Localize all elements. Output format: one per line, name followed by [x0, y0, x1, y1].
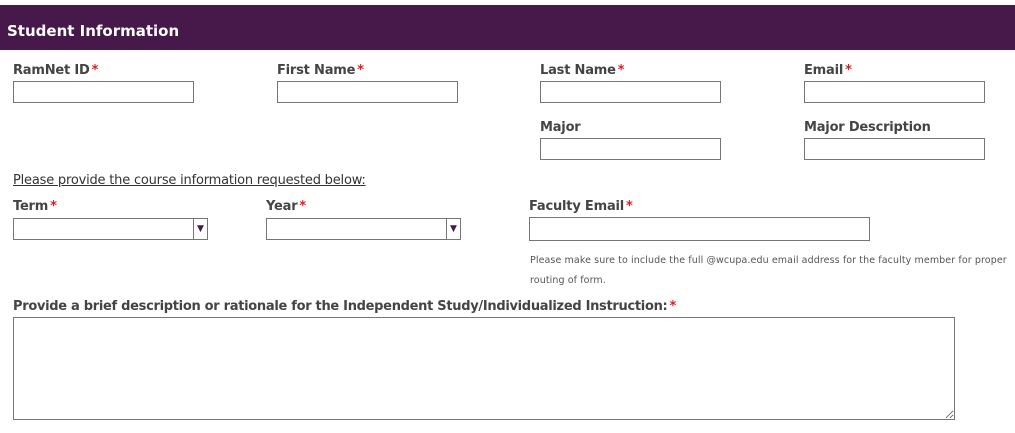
ramnet-id-input[interactable]	[13, 81, 194, 103]
dropdown-arrow-icon[interactable]: ▼	[446, 219, 460, 239]
faculty-email-note-line2: routing of form.	[530, 275, 606, 286]
required-asterisk: *	[299, 199, 307, 214]
ramnet-id-label: RamNet ID *	[13, 63, 99, 78]
faculty-email-input[interactable]	[529, 217, 870, 241]
required-asterisk: *	[91, 63, 99, 78]
description-label: Provide a brief description or rationale…	[13, 299, 676, 314]
faculty-email-label: Faculty Email *	[529, 199, 633, 214]
last-name-input[interactable]	[540, 81, 721, 103]
last-name-label: Last Name *	[540, 63, 625, 78]
first-name-input[interactable]	[277, 81, 458, 103]
required-asterisk: *	[669, 299, 676, 314]
term-select[interactable]: ▼	[13, 218, 208, 240]
required-asterisk: *	[617, 63, 625, 78]
major-input[interactable]	[540, 138, 721, 160]
major-description-label: Major Description	[804, 120, 931, 135]
first-name-label: First Name *	[277, 63, 364, 78]
year-select[interactable]: ▼	[266, 218, 461, 240]
year-label: Year *	[266, 199, 307, 214]
major-label: Major	[540, 120, 581, 135]
major-description-input[interactable]	[804, 138, 985, 160]
course-info-instruction: Please provide the course information re…	[13, 173, 366, 188]
required-asterisk: *	[357, 63, 364, 78]
required-asterisk: *	[845, 63, 852, 78]
faculty-email-note-line1: Please make sure to include the full @wc…	[530, 255, 1007, 266]
required-asterisk: *	[50, 199, 57, 214]
section-title: Student Information	[7, 22, 180, 40]
term-label: Term *	[13, 199, 57, 214]
email-label: Email *	[804, 63, 852, 78]
description-textarea[interactable]	[13, 317, 955, 420]
dropdown-arrow-icon[interactable]: ▼	[193, 219, 207, 239]
email-input[interactable]	[804, 81, 985, 103]
required-asterisk: *	[626, 199, 633, 214]
section-header: Student Information	[0, 5, 1015, 50]
